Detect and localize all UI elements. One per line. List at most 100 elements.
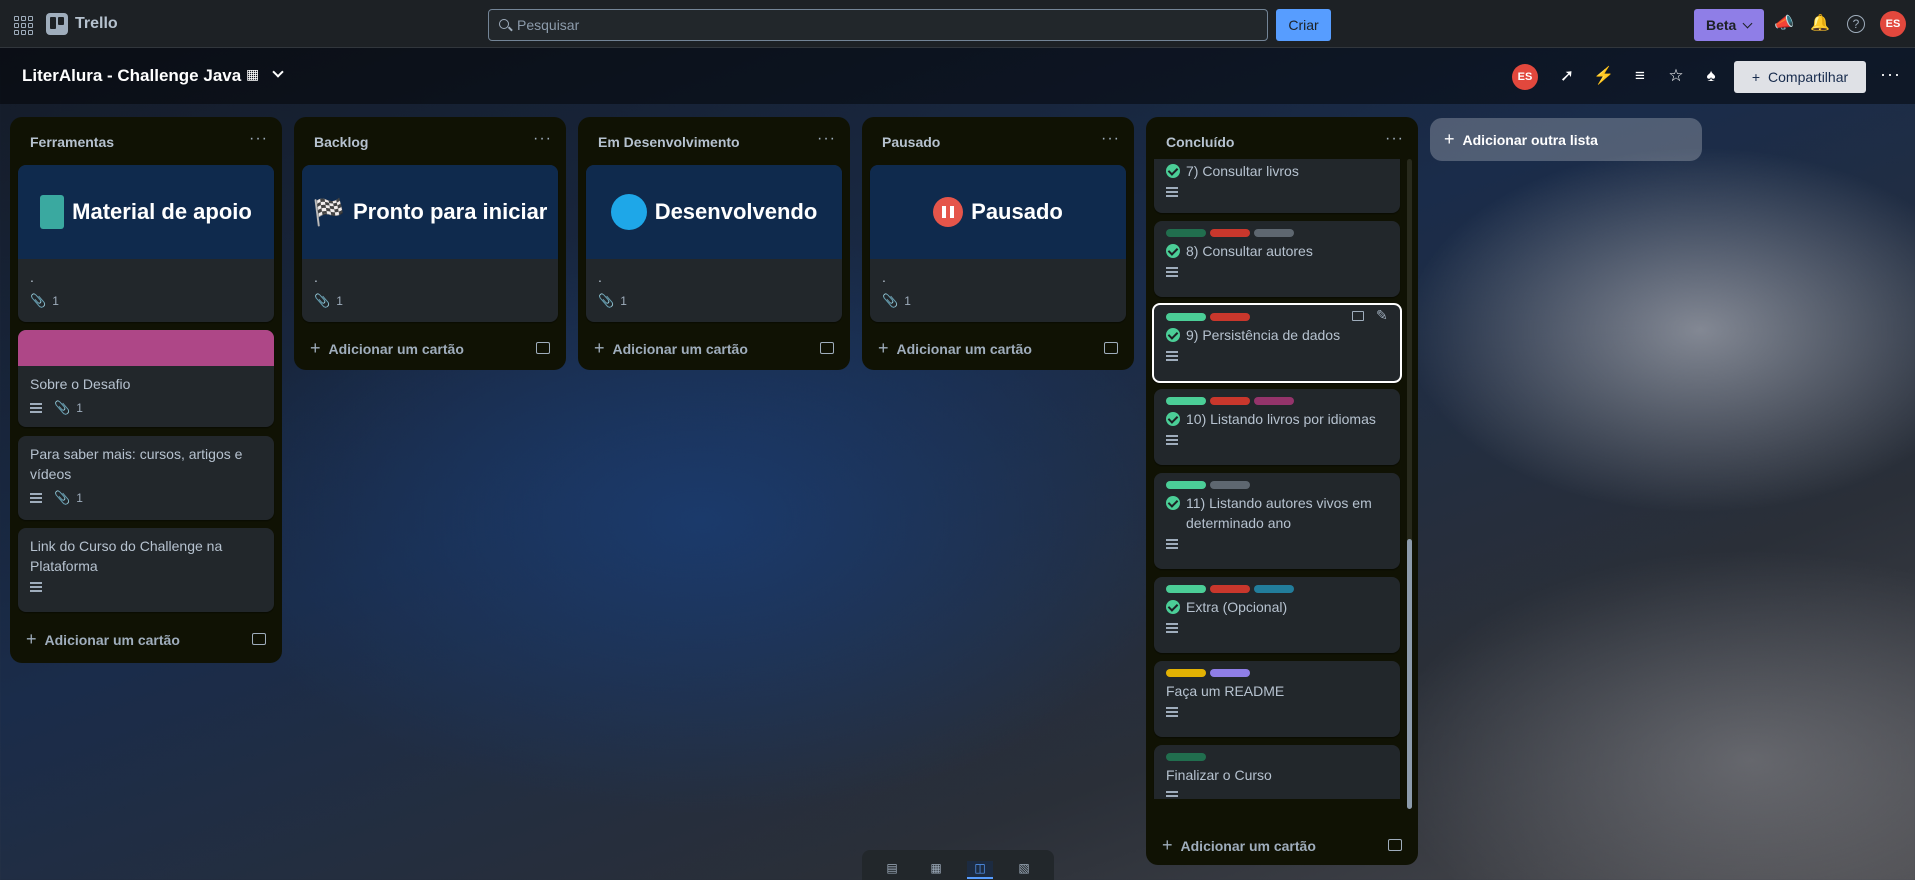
table-view-icon[interactable]: ▧ [1011,861,1037,879]
list-title[interactable]: Ferramentas [30,134,114,150]
description-icon [1166,351,1178,361]
card-consultar-autores[interactable]: 8) Consultar autores [1154,221,1400,297]
calendar-view-icon[interactable]: ▦ [923,861,949,879]
checklist-complete-icon [1166,244,1180,258]
megaphone-icon[interactable]: 📣 [1774,14,1794,34]
list-title[interactable]: Pausado [882,134,940,150]
description-icon [30,493,42,503]
card-sobre-o-desafio[interactable]: Sobre o Desafio 📎 1 [18,330,274,427]
filter-icon[interactable]: ≡ [1628,64,1652,88]
bell-icon[interactable]: 🔔 [1810,14,1830,34]
card-para-saber-mais[interactable]: Para saber mais: cursos, artigos e vídeo… [18,436,274,520]
plus-icon: + [594,338,605,358]
paperclip-icon: 📎 [314,293,331,308]
search-input[interactable]: Pesquisar [488,9,1268,41]
card-badges [1154,533,1400,549]
member-avatar[interactable]: ES [1512,64,1538,90]
card-cover: Pausado [870,165,1126,259]
board-title[interactable]: LiterAlura - Challenge Java [22,66,241,86]
chevron-down-icon[interactable] [272,66,284,78]
list-menu-icon[interactable]: ··· [817,130,836,148]
add-card-label: Adicionar um cartão [44,631,180,648]
card-faca-um-readme[interactable]: Faça um README [1154,661,1400,737]
board-view-icon[interactable]: ◫ [967,861,993,879]
template-icon[interactable] [820,342,834,354]
archive-icon[interactable] [1352,311,1364,321]
card-finalizar-o-curso[interactable]: Finalizar o Curso [1154,745,1400,799]
search-icon [499,19,509,29]
list-title[interactable]: Em Desenvolvimento [598,134,740,150]
template-icon[interactable] [1388,839,1402,851]
template-icon[interactable] [252,633,266,645]
list-pausado: Pausado ··· Pausado . 📎 1 + Adicionar um c… [862,117,1134,370]
card-title: . [598,269,602,285]
attachment-badge: 📎 1 [598,293,627,309]
app-switcher-icon[interactable] [12,14,33,35]
list-menu-icon[interactable]: ··· [533,130,552,148]
attachment-count: 1 [336,294,343,308]
automation-icon[interactable]: ⚡ [1592,64,1616,88]
plus-icon: + [310,338,321,358]
user-avatar[interactable]: ES [1880,11,1906,37]
inbox-view-icon[interactable]: ▤ [879,861,905,879]
card-list-scroll-area[interactable]: 7) Consultar livros 8) Consultar autores… [1146,159,1418,799]
card-labels [1154,577,1400,593]
attachment-count: 1 [620,294,627,308]
share-button[interactable]: + Compartilhar [1734,61,1866,93]
card-link-do-curso[interactable]: Link do Curso do Challenge na Plataforma [18,528,274,612]
template-icon[interactable] [536,342,550,354]
attachment-count: 1 [76,491,83,505]
add-card-button[interactable]: + Adicionar um cartão [878,338,1032,359]
checklist-complete-icon [1166,496,1180,510]
card-title: Para saber mais: cursos, artigos e vídeo… [30,446,243,482]
attachment-badge: 📎 1 [882,293,911,309]
checklist-complete-icon [1166,600,1180,614]
card-pronto-para-iniciar[interactable]: 🏁 Pronto para iniciar . 📎 1 [302,165,558,322]
add-card-button[interactable]: + Adicionar um cartão [26,629,180,650]
cover-text: Desenvolvendo [654,199,818,224]
card-cover: Desenvolvendo [586,165,842,259]
more-icon[interactable]: ··· [1880,64,1901,85]
list-title[interactable]: Concluído [1166,134,1234,150]
attachment-badge: 📎 1 [314,293,343,309]
card-badges [1154,261,1400,277]
card-listando-livros-por-idiomas[interactable]: 10) Listando livros por idiomas [1154,389,1400,465]
trello-logo-icon[interactable] [46,13,68,35]
card-pausado[interactable]: Pausado . 📎 1 [870,165,1126,322]
add-card-button[interactable]: + Adicionar um cartão [310,338,464,359]
add-card-label: Adicionar um cartão [328,340,464,357]
beta-button[interactable]: Beta [1694,9,1764,41]
template-icon[interactable] [1104,342,1118,354]
edit-icon[interactable]: ✎ [1376,307,1388,324]
power-ups-icon[interactable]: ➚ [1555,64,1579,88]
card-material-de-apoio[interactable]: Material de apoio . 📎 1 [18,165,274,322]
star-icon[interactable]: ☆ [1664,64,1688,88]
paperclip-icon: 📎 [598,293,615,308]
card-badges: 📎 1 [870,287,1126,309]
visibility-icon[interactable]: ♠ [1699,64,1723,88]
create-button[interactable]: Criar [1276,9,1331,41]
add-card-button[interactable]: + Adicionar um cartão [594,338,748,359]
board-view-icon[interactable]: ▦ [246,66,264,84]
list-menu-icon[interactable]: ··· [1385,130,1404,148]
add-card-button[interactable]: + Adicionar um cartão [1162,835,1316,856]
list-scrollbar[interactable] [1407,159,1412,809]
list-em-desenvolvimento: Em Desenvolvimento ··· Desenvolvendo . 📎… [578,117,850,370]
add-list-button[interactable]: + Adicionar outra lista [1430,118,1702,161]
card-extra-opcional[interactable]: Extra (Opcional) [1154,577,1400,653]
card-labels [1154,473,1400,489]
help-icon[interactable]: ? [1847,15,1865,33]
plus-icon: + [1162,835,1173,855]
list-menu-icon[interactable]: ··· [1101,130,1120,148]
card-desenvolvendo[interactable]: Desenvolvendo . 📎 1 [586,165,842,322]
list-title[interactable]: Backlog [314,134,368,150]
card-consultar-livros[interactable]: 7) Consultar livros [1154,159,1400,213]
cover-text: Material de apoio [72,199,252,224]
description-icon [1166,435,1178,445]
list-menu-icon[interactable]: ··· [249,130,268,148]
brand-name[interactable]: Trello [75,15,118,33]
description-icon [1166,539,1178,549]
card-badges [1154,785,1400,799]
card-listando-autores-vivos[interactable]: 11) Listando autores vivos em determinad… [1154,473,1400,569]
card-persistencia-de-dados[interactable]: 9) Persistência de dados ✎ [1152,303,1402,383]
